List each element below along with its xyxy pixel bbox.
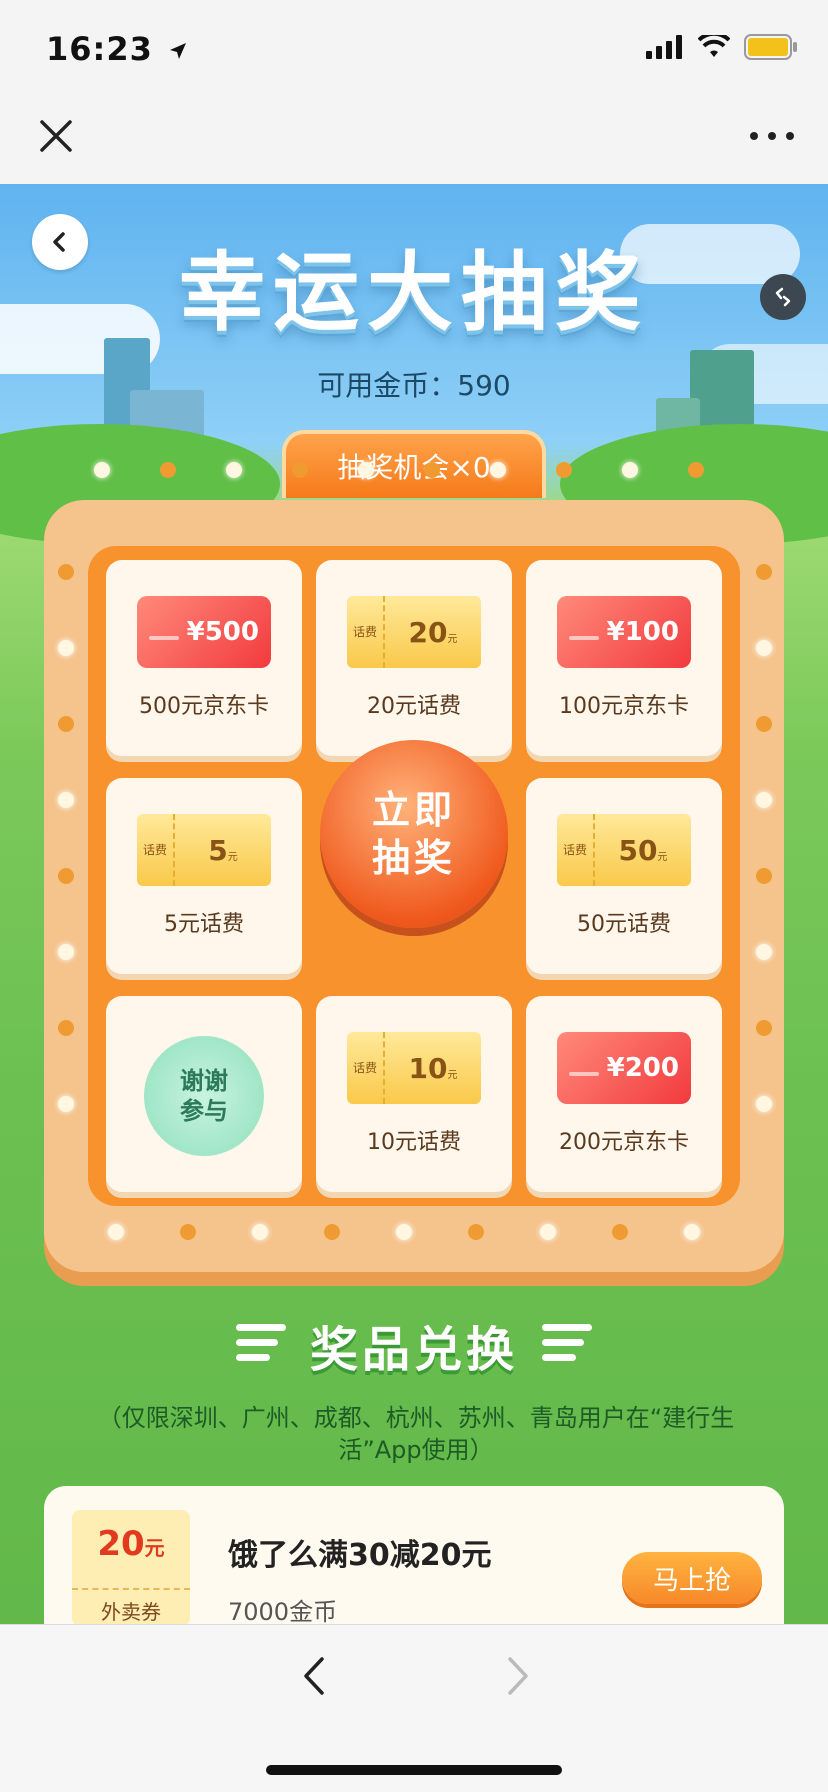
jd-card-icon: ¥500 xyxy=(137,596,271,668)
coupon-amount: 20元 xyxy=(97,1524,165,1564)
battery-icon xyxy=(744,34,797,60)
draw-chances-badge: 抽奖机会×0 xyxy=(282,430,546,498)
nav-back-button[interactable] xyxy=(294,1651,334,1701)
coupon-card: 20元 外卖券 饿了么满30减20元 7000金币 马上抢 xyxy=(44,1486,784,1624)
close-icon xyxy=(40,120,72,152)
nav-forward-icon xyxy=(508,1657,528,1695)
bulb-light xyxy=(622,462,638,478)
ticket-tag: 话费 xyxy=(557,814,595,886)
more-icon xyxy=(750,132,758,140)
bulb-light xyxy=(94,462,110,478)
status-bar: 16:23 xyxy=(0,0,828,96)
browser-bottom-bar xyxy=(0,1624,828,1792)
bulb-light xyxy=(58,944,74,960)
prize-label: 100元京东卡 xyxy=(559,694,689,719)
coupon-name: 饿了么满30减20元 xyxy=(228,1538,492,1573)
prize-label: 500元京东卡 xyxy=(139,694,269,719)
prize-cell: 话费 10元 10元话费 xyxy=(316,996,512,1192)
bulb-light xyxy=(468,1224,484,1240)
bulb-light xyxy=(58,868,74,884)
bulb-light xyxy=(292,462,308,478)
phone-credit-ticket-icon: 话费 5元 xyxy=(137,814,271,886)
phone-credit-ticket-icon: 话费 10元 xyxy=(347,1032,481,1104)
coins-balance: 可用金币：590 xyxy=(317,369,511,402)
grab-now-button[interactable]: 马上抢 xyxy=(622,1552,762,1604)
bulb-light xyxy=(490,462,506,478)
prize-cell: ¥100 100元京东卡 xyxy=(526,560,722,756)
bulb-light xyxy=(226,462,242,478)
draw-now-button[interactable]: 立即抽奖 xyxy=(320,740,508,928)
bulb-light xyxy=(756,564,772,580)
bulb-light xyxy=(58,640,74,656)
prize-cell: 话费 5元 5元话费 xyxy=(106,778,302,974)
bulb-light xyxy=(756,868,772,884)
status-time: 16:23 xyxy=(46,30,189,68)
bulb-light xyxy=(58,716,74,732)
coupon-cost: 7000金币 xyxy=(228,1598,338,1624)
ticket-tag: 话费 xyxy=(137,814,175,886)
bulb-light xyxy=(556,462,572,478)
bulb-light xyxy=(756,792,772,808)
bulb-light xyxy=(58,1096,74,1112)
bulb-light xyxy=(540,1224,556,1240)
bulb-light xyxy=(756,716,772,732)
bulb-light xyxy=(756,944,772,960)
navigation-arrow-icon xyxy=(170,43,186,59)
bulb-light xyxy=(396,1224,412,1240)
browser-toolbar xyxy=(0,96,828,184)
wifi-icon xyxy=(698,35,730,57)
nav-forward-button[interactable] xyxy=(498,1651,538,1701)
bulb-light xyxy=(58,792,74,808)
prize-label: 20元话费 xyxy=(367,694,461,719)
thanks-for-participating: 谢谢参与 xyxy=(144,1036,264,1156)
bulb-light xyxy=(756,640,772,656)
ticket-tag: 话费 xyxy=(347,596,385,668)
coupon-badge: 20元 外卖券 xyxy=(72,1510,190,1624)
bulb-light xyxy=(756,1020,772,1036)
exchange-section-title: 奖品兑换 xyxy=(309,1322,518,1378)
phone-credit-ticket-icon: 话费 20元 xyxy=(347,596,481,668)
more-button[interactable] xyxy=(750,116,794,156)
bulb-light xyxy=(58,564,74,580)
bulb-light xyxy=(180,1224,196,1240)
prize-cell: 话费 20元 20元话费 xyxy=(316,560,512,756)
bulb-light xyxy=(252,1224,268,1240)
title-stripes-right xyxy=(542,1324,592,1361)
prize-cell: 话费 50元 50元话费 xyxy=(526,778,722,974)
close-button[interactable] xyxy=(36,116,76,156)
bulb-light xyxy=(324,1224,340,1240)
signal-icon xyxy=(646,35,682,59)
page-title: 幸运大抽奖 xyxy=(179,243,649,343)
bulb-light xyxy=(756,1096,772,1112)
bulb-light xyxy=(58,1020,74,1036)
prize-cell: ¥500 500元京东卡 xyxy=(106,560,302,756)
prize-label: 200元京东卡 xyxy=(559,1130,689,1155)
nav-back-icon xyxy=(304,1657,324,1695)
bulb-light xyxy=(160,462,176,478)
lottery-page: 幸运大抽奖 可用金币：590 抽奖机会×0 ¥500 500元京东卡 话费 20… xyxy=(0,184,828,1624)
home-indicator[interactable] xyxy=(266,1765,562,1775)
bulb-light xyxy=(424,462,440,478)
prize-label: 5元话费 xyxy=(164,912,244,937)
prize-cell: 谢谢参与 xyxy=(106,996,302,1192)
bulb-light xyxy=(108,1224,124,1240)
phone-credit-ticket-icon: 话费 50元 xyxy=(557,814,691,886)
bulb-light xyxy=(612,1224,628,1240)
jd-card-icon: ¥200 xyxy=(557,1032,691,1104)
jd-card-icon: ¥100 xyxy=(557,596,691,668)
status-icons xyxy=(646,34,798,60)
prize-label: 10元话费 xyxy=(367,1130,461,1155)
exchange-note: （仅限深圳、广州、成都、杭州、苏州、青岛用户在“建行生活”App使用） xyxy=(97,1404,735,1464)
ticket-tag: 话费 xyxy=(347,1032,385,1104)
bulb-light xyxy=(684,1224,700,1240)
prize-label: 50元话费 xyxy=(577,912,671,937)
bulb-light xyxy=(688,462,704,478)
bulb-light xyxy=(358,462,374,478)
coupon-type: 外卖券 xyxy=(72,1588,190,1624)
prize-cell: ¥200 200元京东卡 xyxy=(526,996,722,1192)
